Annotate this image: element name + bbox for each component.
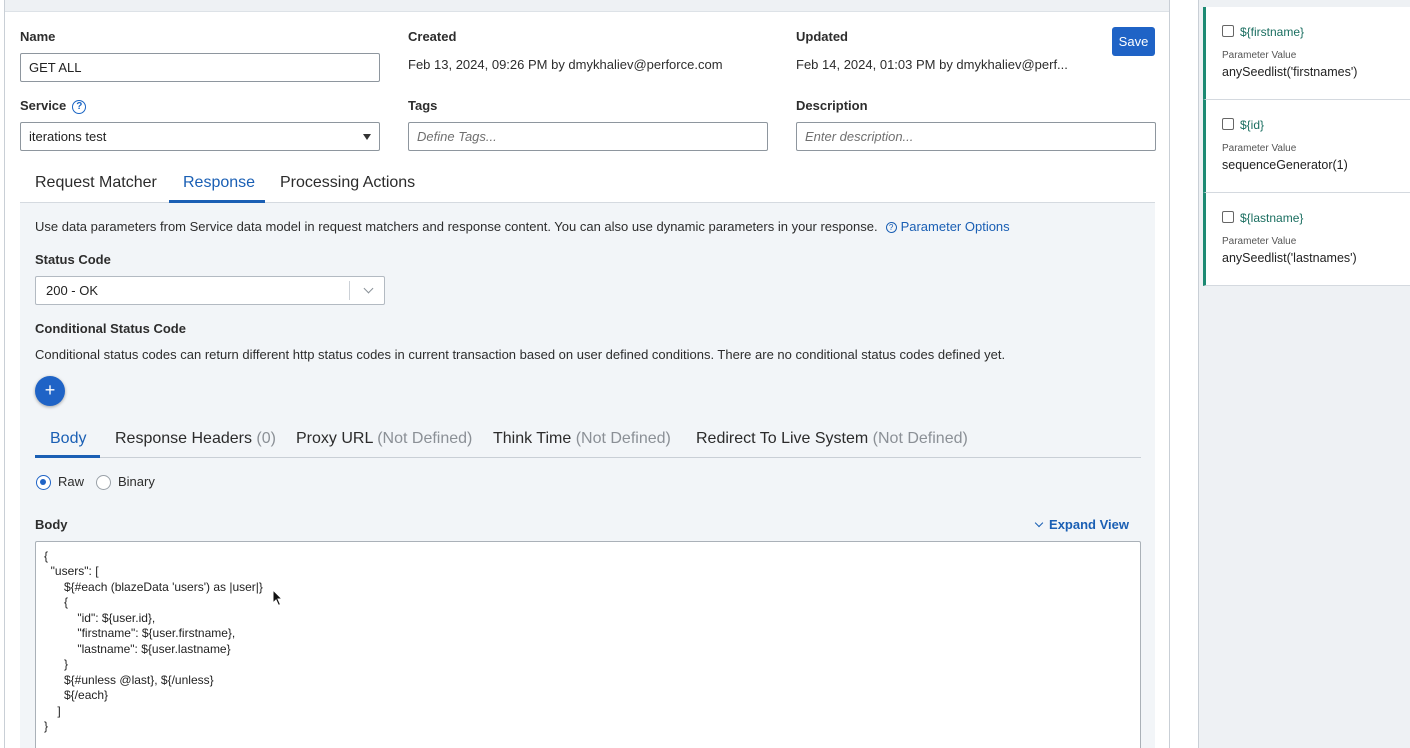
updated-label: Updated: [796, 29, 848, 44]
intro-text: Use data parameters from Service data mo…: [35, 219, 878, 234]
main-tabs: Request Matcher Response Processing Acti…: [20, 168, 1155, 203]
raw-label: Raw: [58, 474, 85, 489]
parameters-sidebar: ${firstname} Parameter Value anySeedlist…: [1198, 0, 1410, 748]
body-subtabs: Body Response Headers (0) Proxy URL (Not…: [35, 421, 1141, 458]
service-value: iterations test: [29, 129, 107, 144]
parameter-value: anySeedlist('firstnames'): [1222, 65, 1358, 79]
tab-request-matcher[interactable]: Request Matcher: [35, 174, 157, 192]
parameter-value: anySeedlist('lastnames'): [1222, 251, 1357, 265]
save-button[interactable]: Save: [1112, 27, 1155, 56]
tags-input[interactable]: Define Tags...: [408, 122, 768, 151]
code-line: {: [44, 595, 69, 609]
created-value: Feb 13, 2024, 09:26 PM by dmykhaliev@per…: [408, 57, 723, 72]
parameter-checkbox[interactable]: [1222, 118, 1234, 130]
parameter-name: ${firstname}: [1240, 25, 1305, 39]
parameter-checkbox[interactable]: [1222, 25, 1234, 37]
response-panel: Use data parameters from Service data mo…: [20, 203, 1155, 748]
add-conditional-button[interactable]: +: [35, 376, 65, 406]
name-input[interactable]: GET ALL: [20, 53, 380, 82]
parameter-value-label: Parameter Value: [1222, 50, 1297, 61]
service-label-wrap: Service?: [20, 98, 87, 114]
status-code-value: 200 - OK: [46, 283, 99, 298]
tab-response[interactable]: Response: [183, 174, 255, 192]
status-code-label: Status Code: [35, 252, 111, 267]
name-label: Name: [20, 29, 56, 44]
service-select[interactable]: iterations test: [20, 122, 380, 151]
code-line: {: [44, 549, 49, 563]
code-line: ]: [44, 704, 61, 718]
status-code-select[interactable]: 200 - OK: [35, 276, 385, 305]
updated-value: Feb 14, 2024, 01:03 PM by dmykhaliev@per…: [796, 57, 1068, 72]
code-line: ${/each}: [44, 688, 109, 702]
description-input[interactable]: Enter description...: [796, 122, 1156, 151]
body-editor[interactable]: { "users": [ ${#each (blazeData 'users')…: [35, 541, 1141, 748]
subtab-redirect-live[interactable]: Redirect To Live System (Not Defined): [696, 430, 968, 448]
response-intro: Use data parameters from Service data mo…: [35, 219, 1010, 234]
parameter-name: ${id}: [1240, 118, 1265, 132]
conditional-status-text: Conditional status codes can return diff…: [35, 347, 1006, 362]
code-line: "firstname": ${user.firstname},: [44, 626, 236, 640]
chevron-down-icon: [363, 283, 374, 294]
subtab-body[interactable]: Body: [50, 430, 86, 448]
mock-edit-panel: Name GET ALL Created Feb 13, 2024, 09:26…: [4, 0, 1170, 748]
code-line: "users": [: [44, 564, 99, 578]
parameter-card[interactable]: ${firstname} Parameter Value anySeedlist…: [1203, 7, 1410, 100]
code-line: ${#unless @last}, ${/unless}: [44, 673, 214, 687]
parameter-value: sequenceGenerator(1): [1222, 158, 1348, 172]
caret-down-icon: [363, 134, 371, 140]
question-icon: ?: [885, 222, 897, 234]
help-icon[interactable]: ?: [72, 99, 87, 114]
tags-label: Tags: [408, 98, 438, 113]
parameter-card[interactable]: ${lastname} Parameter Value anySeedlist(…: [1203, 193, 1410, 286]
parameter-value-label: Parameter Value: [1222, 236, 1297, 247]
description-label: Description: [796, 98, 868, 113]
code-line: ${#each (blazeData 'users') as |user|}: [44, 580, 263, 594]
subtab-think-time[interactable]: Think Time (Not Defined): [493, 430, 671, 448]
tab-processing-actions[interactable]: Processing Actions: [280, 174, 415, 192]
code-line: }: [44, 719, 49, 733]
expand-view-link[interactable]: Expand View: [1034, 517, 1129, 532]
code-line: "id": ${user.id},: [44, 611, 156, 625]
parameter-card[interactable]: ${id} Parameter Value sequenceGenerator(…: [1203, 100, 1410, 193]
raw-radio[interactable]: [36, 475, 51, 490]
parameter-options-link[interactable]: Parameter Options: [901, 219, 1010, 234]
binary-label: Binary: [118, 474, 155, 489]
subtab-active-indicator: [35, 455, 100, 458]
binary-radio[interactable]: [96, 475, 111, 490]
parameter-name: ${lastname}: [1240, 211, 1304, 225]
mouse-cursor-icon: [272, 589, 284, 607]
body-label: Body: [35, 517, 68, 532]
conditional-status-label: Conditional Status Code: [35, 321, 186, 336]
select-divider: [349, 281, 350, 300]
top-strip: [5, 0, 1169, 12]
service-label: Service: [20, 98, 67, 113]
subtab-proxy-url[interactable]: Proxy URL (Not Defined): [296, 430, 472, 448]
parameter-value-label: Parameter Value: [1222, 143, 1297, 154]
created-label: Created: [408, 29, 457, 44]
code-line: "lastname": ${user.lastname}: [44, 642, 231, 656]
code-line: }: [44, 657, 69, 671]
subtab-response-headers[interactable]: Response Headers (0): [115, 430, 276, 448]
chevron-down-icon: [1034, 518, 1044, 528]
parameter-checkbox[interactable]: [1222, 211, 1234, 223]
